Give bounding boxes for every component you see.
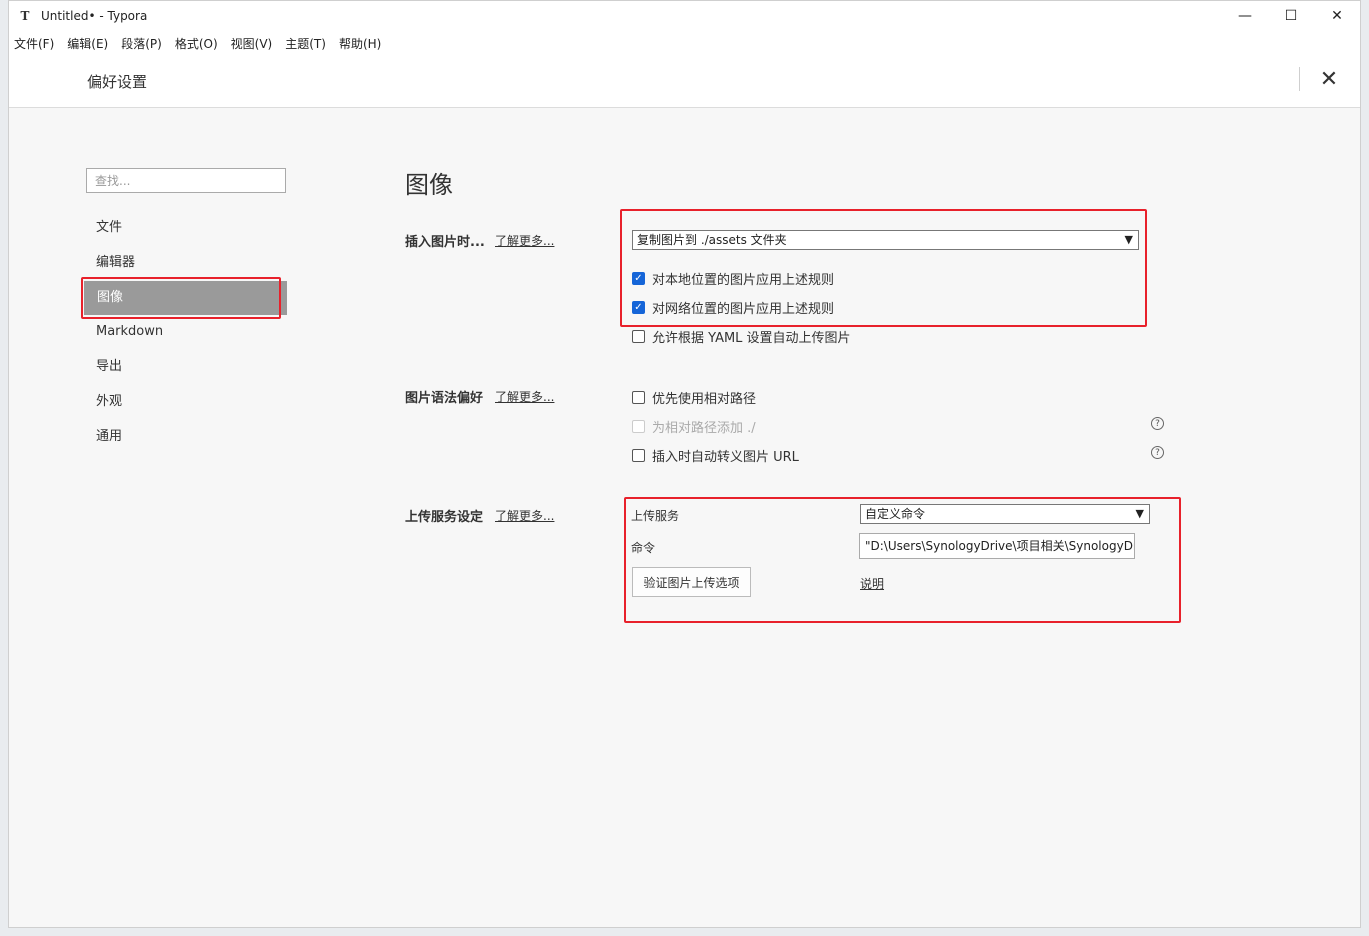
checkbox-yaml-upload[interactable]: 允许根据 YAML 设置自动上传图片 bbox=[632, 327, 851, 346]
syntax-preference-label: 图片语法偏好 bbox=[405, 391, 484, 406]
minimize-button[interactable]: — bbox=[1222, 1, 1268, 31]
upload-service-select[interactable]: 自定义命令 ▼ bbox=[860, 504, 1150, 524]
sidebar-item-image[interactable]: 图像 bbox=[84, 280, 287, 316]
checkbox-disabled-icon bbox=[632, 420, 645, 433]
checkbox-checked-icon[interactable]: ✓ bbox=[632, 301, 645, 314]
close-icon: ✕ bbox=[1331, 8, 1343, 24]
checkbox-escape-image-url[interactable]: 插入时自动转义图片 URL bbox=[632, 446, 799, 465]
syntax-learn-more-link[interactable]: 了解更多... bbox=[495, 388, 554, 405]
checkbox-label: 对网络位置的图片应用上述规则 bbox=[652, 302, 835, 317]
checkbox-add-dot-slash: 为相对路径添加 ./ bbox=[632, 417, 756, 436]
checkbox-label: 插入时自动转义图片 URL bbox=[652, 450, 799, 465]
upload-learn-more-link[interactable]: 了解更多... bbox=[495, 507, 554, 524]
checkbox-label: 优先使用相对路径 bbox=[652, 392, 757, 407]
sidebar-item-markdown[interactable]: Markdown bbox=[83, 315, 287, 350]
close-preferences-button[interactable]: ✕ bbox=[1317, 66, 1341, 92]
close-icon: ✕ bbox=[1319, 66, 1339, 92]
maximize-button[interactable]: ☐ bbox=[1268, 1, 1314, 31]
command-input[interactable]: "D:\Users\SynologyDrive\项目相关\SynologyDri… bbox=[859, 533, 1135, 559]
menu-file[interactable]: 文件(F) bbox=[14, 35, 54, 52]
sidebar-item-editor[interactable]: 编辑器 bbox=[83, 246, 287, 281]
chevron-down-icon: ▼ bbox=[1135, 507, 1144, 520]
upload-service-settings-label: 上传服务设定 bbox=[405, 510, 484, 525]
verify-upload-button[interactable]: 验证图片上传选项 bbox=[632, 567, 751, 597]
typora-window: T Untitled• - Typora — ☐ ✕ 文件(F) 编辑(E) 段… bbox=[8, 0, 1361, 928]
checkbox-label: 对本地位置的图片应用上述规则 bbox=[652, 273, 835, 288]
header-divider bbox=[1299, 67, 1300, 91]
menu-theme[interactable]: 主题(T) bbox=[285, 35, 326, 52]
checkbox-network-images[interactable]: ✓ 对网络位置的图片应用上述规则 bbox=[632, 298, 834, 317]
checkbox-unchecked-icon[interactable] bbox=[632, 449, 645, 462]
checkbox-local-images[interactable]: ✓ 对本地位置的图片应用上述规则 bbox=[632, 269, 834, 288]
checkbox-prefer-relative-path[interactable]: 优先使用相对路径 bbox=[632, 388, 756, 407]
chevron-down-icon: ▼ bbox=[1124, 233, 1133, 246]
checkbox-label: 为相对路径添加 ./ bbox=[652, 421, 756, 436]
section-title: 图像 bbox=[405, 171, 453, 199]
preferences-title: 偏好设置 bbox=[87, 73, 148, 91]
preferences-header: 偏好设置 ✕ bbox=[9, 55, 1360, 108]
menu-help[interactable]: 帮助(H) bbox=[339, 35, 381, 52]
title-bar: T Untitled• - Typora — ☐ ✕ bbox=[9, 1, 1360, 31]
settings-sidebar: 文件 编辑器 图像 Markdown 导出 外观 通用 bbox=[83, 211, 287, 455]
close-window-button[interactable]: ✕ bbox=[1314, 1, 1360, 31]
upload-service-label: 上传服务 bbox=[631, 509, 680, 523]
insert-action-select[interactable]: 复制图片到 ./assets 文件夹 ▼ bbox=[632, 230, 1139, 250]
minimize-icon: — bbox=[1238, 8, 1252, 24]
menu-paragraph[interactable]: 段落(P) bbox=[121, 35, 162, 52]
typora-logo-icon: T bbox=[20, 9, 30, 23]
checkbox-unchecked-icon[interactable] bbox=[632, 330, 645, 343]
command-label: 命令 bbox=[631, 541, 656, 555]
upload-service-value: 自定义命令 bbox=[865, 507, 926, 521]
sidebar-item-appearance[interactable]: 外观 bbox=[83, 385, 287, 420]
insert-image-label: 插入图片时... bbox=[405, 235, 485, 250]
menu-view[interactable]: 视图(V) bbox=[231, 35, 273, 52]
help-icon[interactable]: ? bbox=[1151, 446, 1164, 459]
help-icon[interactable]: ? bbox=[1151, 417, 1164, 430]
maximize-icon: ☐ bbox=[1284, 8, 1298, 24]
checkbox-unchecked-icon[interactable] bbox=[632, 391, 645, 404]
menu-bar: 文件(F) 编辑(E) 段落(P) 格式(O) 视图(V) 主题(T) 帮助(H… bbox=[9, 31, 1360, 55]
window-controls: — ☐ ✕ bbox=[1222, 1, 1360, 31]
menu-format[interactable]: 格式(O) bbox=[175, 35, 218, 52]
sidebar-item-export[interactable]: 导出 bbox=[83, 350, 287, 385]
sidebar-item-files[interactable]: 文件 bbox=[83, 211, 287, 246]
window-title: Untitled• - Typora bbox=[41, 9, 148, 23]
upload-docs-link[interactable]: 说明 bbox=[860, 575, 884, 592]
sidebar-item-general[interactable]: 通用 bbox=[83, 420, 287, 455]
insert-action-value: 复制图片到 ./assets 文件夹 bbox=[637, 233, 787, 247]
checkbox-label: 允许根据 YAML 设置自动上传图片 bbox=[652, 331, 851, 346]
insert-learn-more-link[interactable]: 了解更多... bbox=[495, 232, 554, 249]
settings-search-input[interactable] bbox=[86, 168, 286, 193]
checkbox-checked-icon[interactable]: ✓ bbox=[632, 272, 645, 285]
menu-edit[interactable]: 编辑(E) bbox=[67, 35, 108, 52]
